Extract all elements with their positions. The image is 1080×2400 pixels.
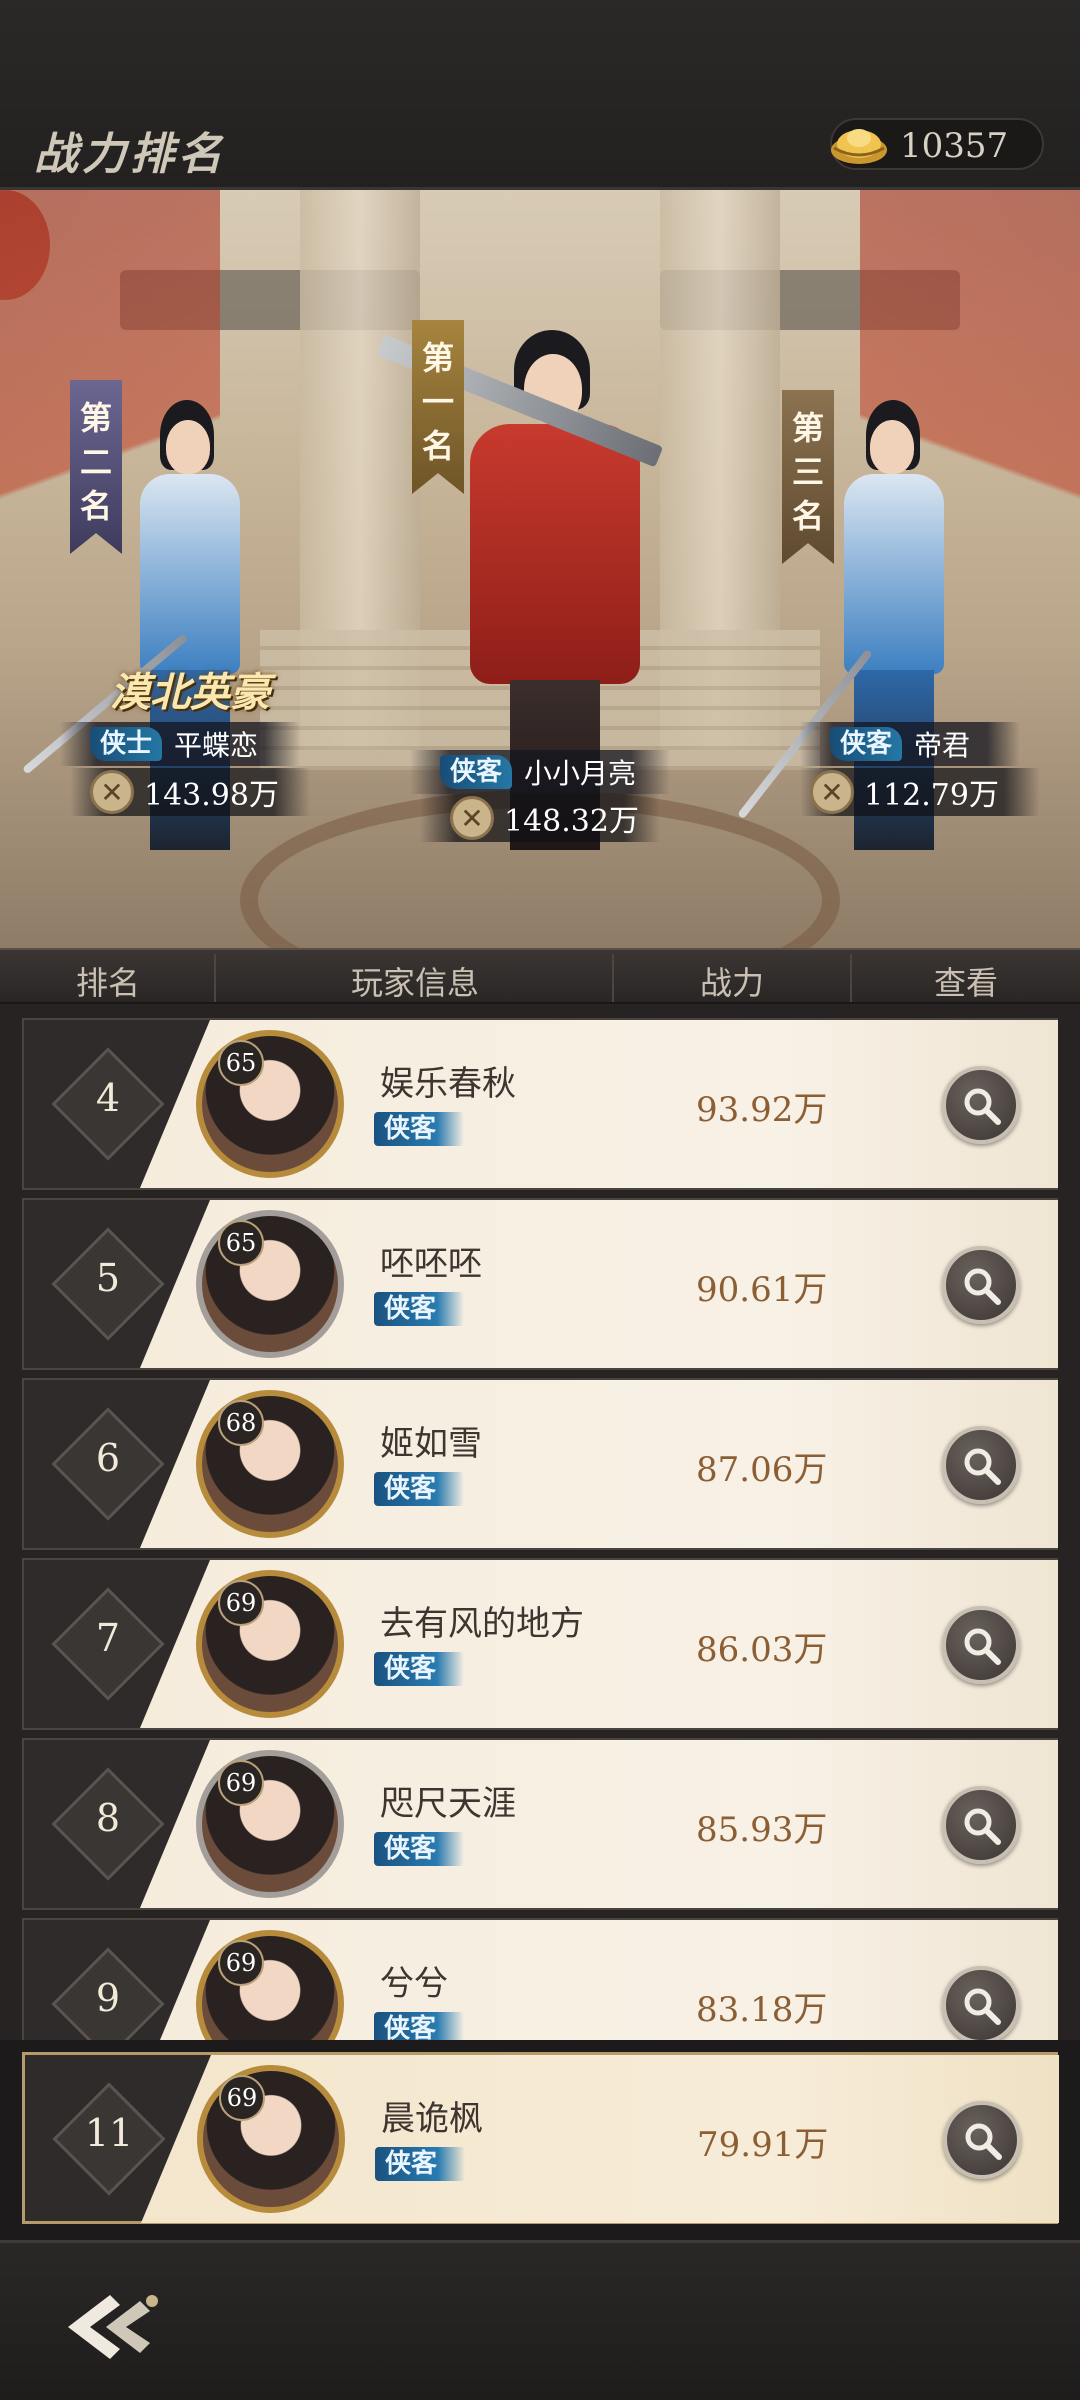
first-place-power: ✕ 148.32万 [420,794,660,842]
view-button[interactable] [942,1246,1020,1324]
table-header: 排名 玩家信息 战力 查看 [0,948,1080,1004]
power-value: 86.03万 [696,1630,828,1670]
table-row[interactable]: 4 65 娱乐春秋 侠客 93.92万 [22,1018,1058,1190]
class-tag: 侠客 [374,1112,465,1146]
table-row[interactable]: 5 65 呸呸呸 侠客 90.61万 [22,1198,1058,1370]
player-name: 娱乐春秋 [380,1064,516,1104]
level-badge: 69 [218,1580,264,1626]
class-tag: 侠客 [375,2147,466,2181]
power-value: 143.98万 [144,778,279,813]
third-place-banner: 第三名 [782,390,834,564]
avatar[interactable] [197,2065,345,2213]
player-name: 去有风的地方 [380,1604,584,1644]
currency-value: 10357 [900,126,1009,166]
power-value: 79.91万 [697,2125,829,2165]
avatar[interactable] [196,1030,344,1178]
column-header-player-info: 玩家信息 [350,964,479,1002]
back-arrow-icon[interactable] [60,2287,170,2367]
rank-number: 7 [95,1616,121,1660]
column-header-power: 战力 [699,964,764,1002]
power-value: 112.79万 [864,778,999,813]
power-value: 87.06万 [696,1450,828,1490]
rank-number: 5 [95,1256,121,1300]
table-row[interactable]: 7 69 去有风的地方 侠客 86.03万 [22,1558,1058,1730]
magnifier-icon [964,1088,1001,1125]
view-button[interactable] [942,1426,1020,1504]
table-row[interactable]: 6 68 姬如雪 侠客 87.06万 [22,1378,1058,1550]
rank-number: 9 [95,1976,121,2020]
column-header-rank: 排名 [75,964,140,1002]
view-button[interactable] [942,1966,1020,2040]
level-badge: 69 [218,1760,264,1806]
avatar[interactable] [196,1210,344,1358]
level-badge: 69 [218,1940,264,1986]
class-tag: 侠士 [90,727,163,761]
view-button[interactable] [942,1066,1020,1144]
table-row[interactable]: 9 69 兮兮 侠客 83.18万 [22,1918,1058,2040]
level-badge: 68 [218,1400,264,1446]
rank-number: 6 [95,1436,121,1480]
power-value: 90.61万 [696,1270,828,1310]
magnifier-icon [964,1268,1001,1305]
power-value: 85.93万 [696,1810,828,1850]
crossed-swords-icon: ✕ [810,770,854,814]
view-button[interactable] [943,2101,1021,2179]
view-button[interactable] [942,1786,1020,1864]
second-place-banner: 第二名 [70,380,122,554]
magnifier-icon [964,1808,1001,1845]
player-name: 兮兮 [380,1964,448,2004]
page-title: 战力排名 [34,129,226,180]
first-place-nameplate: 侠客 小小月亮 [410,750,670,794]
level-badge: 65 [218,1040,264,1086]
player-name: 咫尺天涯 [380,1784,516,1824]
magnifier-icon [964,1988,1001,2025]
class-tag: 侠客 [830,727,903,761]
power-value: 148.32万 [504,804,639,839]
player-name: 姬如雪 [380,1424,482,1464]
third-place-power: ✕ 112.79万 [800,768,1040,816]
rank-number: 4 [95,1076,121,1120]
avatar[interactable] [196,1390,344,1538]
class-tag: 侠客 [440,755,513,789]
avatar[interactable] [196,1750,344,1898]
crossed-swords-icon: ✕ [90,770,134,814]
ranking-list[interactable]: 4 65 娱乐春秋 侠客 93.92万 5 65 呸呸呸 侠客 90.61万 6 [0,1004,1080,2040]
class-tag: 侠客 [374,1652,465,1686]
class-tag: 侠客 [374,1292,465,1326]
second-place-nameplate: 侠士 平蝶恋 [60,722,300,766]
magnifier-icon [964,1628,1001,1665]
magnifier-icon [964,1448,1001,1485]
power-value: 93.92万 [696,1090,828,1130]
first-place-banner: 第一名 [412,320,464,494]
second-place-power: ✕ 143.98万 [70,768,310,816]
power-value: 83.18万 [696,1990,828,2030]
table-row[interactable]: 8 69 咫尺天涯 侠客 85.93万 [22,1738,1058,1910]
rank-number: 8 [95,1796,121,1840]
second-place-name: 平蝶恋 [174,729,259,762]
my-rank-row[interactable]: 11 69 晨诡枫 侠客 79.91万 [22,2052,1059,2224]
column-header-view: 查看 [933,964,998,1002]
class-tag: 侠客 [374,2012,465,2040]
gold-ingot-icon [831,129,887,164]
level-badge: 69 [219,2075,265,2121]
class-tag: 侠客 [374,1472,465,1506]
bottom-bar [0,2240,1080,2400]
currency-display[interactable]: 10357 [830,118,1044,170]
second-place-title-badge: 漠北英豪 [110,669,270,716]
player-name: 呸呸呸 [380,1244,482,1284]
player-name: 晨诡枫 [381,2099,483,2139]
third-place-name: 帝君 [914,729,971,762]
avatar[interactable] [196,1570,344,1718]
top-bar: 战力排名 10357 [0,0,1080,190]
view-button[interactable] [942,1606,1020,1684]
crossed-swords-icon: ✕ [450,796,494,840]
podium-stage: 第二名 第一名 第三名 漠北英豪 侠士 平蝶恋 ✕ 143.98万 侠客 小小月… [0,190,1080,948]
magnifier-icon [965,2123,1002,2160]
rank-number: 11 [84,2111,134,2155]
level-badge: 65 [218,1220,264,1266]
third-place-nameplate: 侠客 帝君 [800,722,1020,766]
class-tag: 侠客 [374,1832,465,1866]
first-place-name: 小小月亮 [524,757,637,790]
